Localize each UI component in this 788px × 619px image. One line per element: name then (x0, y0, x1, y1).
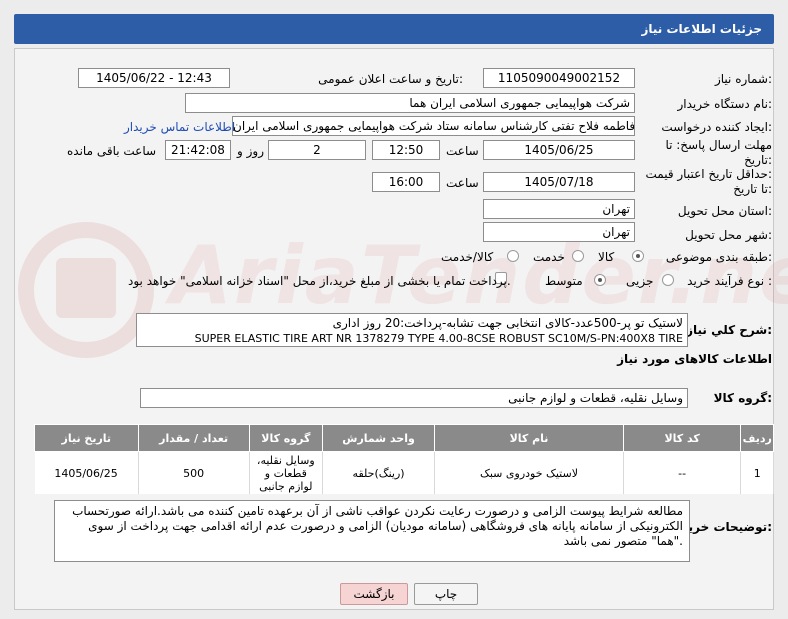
col-group: گروه کالا (248, 424, 323, 452)
deadline-label-1: مهلت ارسال پاسخ: تا (665, 138, 772, 152)
goods-info-heading: اطلاعات کالاهای مورد نیاز (617, 352, 772, 366)
validity-date-field[interactable]: 1405/07/18 (483, 172, 635, 192)
province-field[interactable]: تهران (483, 199, 635, 219)
validity-label-1: حداقل تاریخ اعتبار قیمت: (645, 167, 772, 181)
city-field[interactable]: تهران (483, 222, 635, 242)
days-field[interactable]: 2 (268, 140, 366, 160)
need-number-field[interactable]: 1105090049002152 (483, 68, 635, 88)
goods-table-header: ردیف کد کالا نام کالا واحد شمارش گروه کا… (34, 424, 774, 452)
buyer-notes-textarea[interactable]: مطالعه شرایط پیوست الزامی و درصورت رعایت… (54, 500, 690, 562)
cell-code: -- (623, 451, 742, 494)
announce-field[interactable]: 1405/06/22 - 12:43 (78, 68, 230, 88)
buyer-org-label: نام دستگاه خریدار: (677, 97, 773, 111)
deadline-time-field[interactable]: 12:50 (372, 140, 440, 160)
deadline-time-label: ساعت (446, 144, 479, 158)
print-button[interactable]: چاپ (414, 583, 478, 605)
process-medium-label: متوسط (545, 274, 583, 288)
city-label: شهر محل تحویل: (685, 228, 772, 242)
summary-label: شرح کلي نياز: (686, 323, 772, 337)
deadline-date-field[interactable]: 1405/06/25 (483, 140, 635, 160)
announce-label: تاریخ و ساعت اعلان عمومی: (318, 72, 463, 86)
deadline-label-2: تاریخ: (744, 153, 772, 167)
col-name: نام کالا (434, 424, 624, 452)
province-label: استان محل تحویل: (677, 204, 772, 218)
category-radio-goods[interactable] (632, 250, 644, 262)
process-radio-minor[interactable] (662, 274, 674, 286)
col-code: کد کالا (622, 424, 742, 452)
remaining-label: ساعت باقی مانده (67, 144, 157, 158)
goods-group-label: گروه کالا: (713, 391, 772, 405)
buyer-org-field[interactable]: شرکت هواپیمایی جمهوری اسلامی ایران هما (185, 93, 635, 113)
col-date: تاریخ نیاز (34, 424, 139, 452)
validity-label-2: تا تاریخ: (733, 182, 772, 196)
cell-name: لاستیک خودروی سبک (434, 451, 624, 494)
cell-unit: (رینگ)حلقه (322, 451, 436, 494)
requester-label: ایجاد کننده درخواست: (661, 120, 772, 134)
page-title: جزئیات اطلاعات نیاز (14, 14, 774, 44)
cell-row: 1 (740, 451, 774, 494)
validity-time-label: ساعت (446, 176, 479, 190)
category-goods-service-label: کالا/خدمت (441, 250, 494, 264)
cell-group: وسایل نقلیه، قطعات و لوازم جانبی (249, 451, 323, 494)
contact-info-link[interactable]: اطلاعات تماس خریدار (124, 120, 235, 134)
process-radio-medium[interactable] (594, 274, 606, 286)
category-radio-goods-service[interactable] (507, 250, 519, 262)
treasury-payment-note: پرداخت تمام یا بخشی از مبلغ خرید،از محل … (128, 274, 511, 288)
col-qty: تعداد / مقدار (137, 424, 250, 452)
watermark-logo-inner (56, 258, 116, 318)
category-label: طبقه بندی موضوعی: (665, 250, 772, 264)
validity-time-field[interactable]: 16:00 (372, 172, 440, 192)
category-goods-label: کالا (598, 250, 615, 264)
summary-textarea[interactable]: لاستیک تو پر-500عدد-کالای انتخابی جهت تش… (136, 313, 688, 347)
category-radio-service[interactable] (572, 250, 584, 262)
category-service-label: خدمت (533, 250, 565, 264)
summary-line-1: لاستیک تو پر-500عدد-کالای انتخابی جهت تش… (332, 316, 683, 330)
col-unit: واحد شمارش (321, 424, 436, 452)
goods-group-field[interactable]: وسایل نقلیه، قطعات و لوازم جانبی (140, 388, 688, 408)
remaining-time-field[interactable]: 21:42:08 (165, 140, 231, 160)
cell-date: 1405/06/25 (34, 451, 139, 494)
need-number-label: شماره نیاز: (714, 72, 772, 86)
table-row[interactable]: 1 -- لاستیک خودروی سبک (رینگ)حلقه وسایل … (34, 451, 774, 494)
process-label: نوع فرآیند خرید : (687, 274, 772, 288)
cell-qty: 500 (138, 451, 250, 494)
requester-field[interactable]: فاطمه فلاح تفتی کارشناس سامانه ستاد شرکت… (232, 116, 635, 136)
col-row: ردیف (740, 424, 774, 452)
days-label: روز و (237, 144, 264, 158)
goods-table: ردیف کد کالا نام کالا واحد شمارش گروه کا… (34, 424, 774, 494)
summary-line-2: SUPER ELASTIC TIRE ART NR 1378279 TYPE 4… (194, 332, 683, 345)
process-minor-label: جزیی (626, 274, 654, 288)
back-button[interactable]: بازگشت (340, 583, 408, 605)
